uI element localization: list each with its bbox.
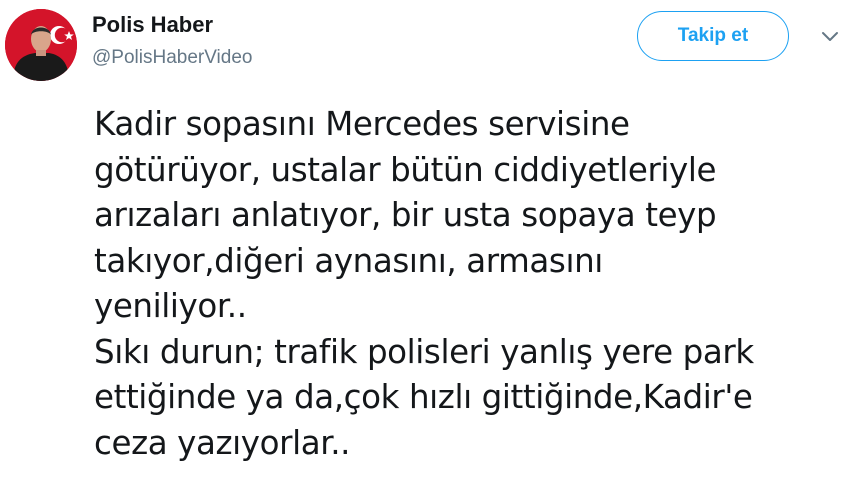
author-handle[interactable]: @PolisHaberVideo xyxy=(92,45,252,71)
follow-button[interactable]: Takip et xyxy=(637,11,789,61)
tweet-author: Polis Haber @PolisHaberVideo xyxy=(92,11,252,71)
chevron-down-icon[interactable] xyxy=(818,27,842,47)
avatar[interactable] xyxy=(5,9,77,81)
tweet-text: Kadir sopasını Mercedes servisine götürü… xyxy=(94,105,754,462)
author-display-name[interactable]: Polis Haber xyxy=(92,11,252,39)
avatar-image xyxy=(5,9,77,81)
tweet-card: Polis Haber @PolisHaberVideo Takip et Ka… xyxy=(0,0,866,486)
